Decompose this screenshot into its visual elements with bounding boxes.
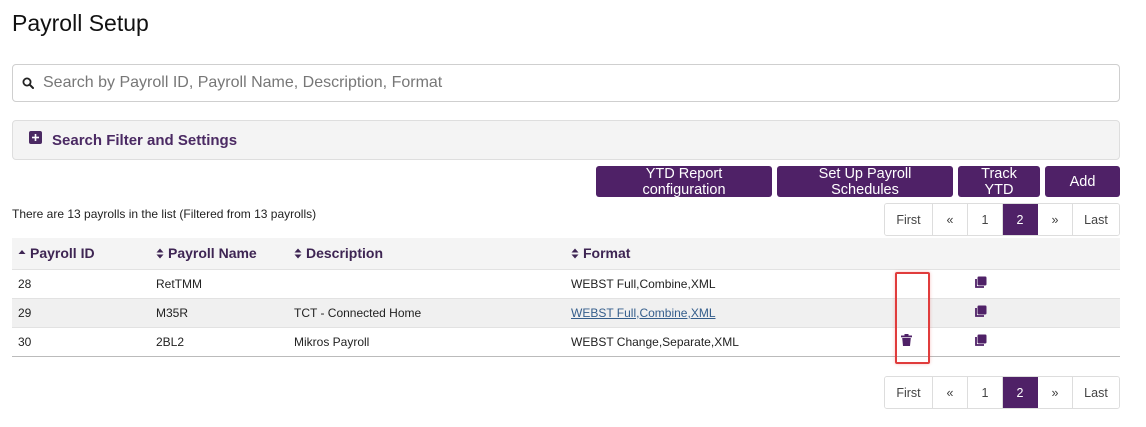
ytd-report-config-button[interactable]: YTD Report configuration <box>596 166 772 198</box>
action-toolbar: YTD Report configuration Set Up Payroll … <box>596 166 1120 198</box>
cell-payroll-name: 2BL2 <box>156 334 185 349</box>
copy-icon[interactable] <box>957 305 987 321</box>
header-description[interactable]: Description <box>294 238 571 269</box>
search-filter-toggle[interactable]: Search Filter and Settings <box>12 120 1120 160</box>
sort-icon <box>571 246 579 262</box>
page-1-button[interactable]: 1 <box>968 377 1003 408</box>
header-format[interactable]: Format <box>571 238 893 269</box>
page-first-button[interactable]: First <box>885 204 933 235</box>
header-payroll-name[interactable]: Payroll Name <box>156 238 294 269</box>
table-header-row: Payroll ID Payroll Name Description Form… <box>12 238 1120 269</box>
cell-copy <box>957 327 1120 356</box>
cell-delete <box>893 298 957 327</box>
trash-icon[interactable] <box>893 334 912 349</box>
page-prev-button[interactable]: « <box>933 377 968 408</box>
cell-delete <box>893 327 957 356</box>
cell-format: WEBST Full,Combine,XML <box>571 298 893 327</box>
track-ytd-button[interactable]: Track YTD <box>958 166 1040 198</box>
page-next-button[interactable]: » <box>1038 204 1073 235</box>
page-2-button[interactable]: 2 <box>1003 204 1038 235</box>
cell-copy <box>957 298 1120 327</box>
page-next-button[interactable]: » <box>1038 377 1073 408</box>
header-copy <box>957 238 1120 269</box>
table-row[interactable]: 29 M35R TCT - Connected Home WEBST Full,… <box>12 298 1120 327</box>
cell-payroll-id: 28 <box>18 276 32 291</box>
header-delete <box>893 238 957 269</box>
pagination-bottom: First « 1 2 » Last <box>884 376 1120 409</box>
cell-payroll-name: M35R <box>156 305 189 320</box>
cell-payroll-id: 30 <box>18 334 32 349</box>
page-last-button[interactable]: Last <box>1073 204 1119 235</box>
payroll-schedules-button[interactable]: Set Up Payroll Schedules <box>777 166 953 198</box>
cell-delete <box>893 269 957 298</box>
page-prev-button[interactable]: « <box>933 204 968 235</box>
cell-format: WEBST Full,Combine,XML <box>571 276 716 291</box>
pagination-top: First « 1 2 » Last <box>884 203 1120 236</box>
copy-icon[interactable] <box>957 276 987 292</box>
search-icon <box>13 77 43 89</box>
cell-format: WEBST Change,Separate,XML <box>571 334 739 349</box>
search-input[interactable] <box>43 74 1093 92</box>
format-link[interactable]: WEBST Full,Combine,XML <box>571 306 716 320</box>
payroll-table: Payroll ID Payroll Name Description Form… <box>12 238 1120 357</box>
header-payroll-id[interactable]: Payroll ID <box>12 238 156 269</box>
cell-description: Mikros Payroll <box>294 334 370 349</box>
result-count: There are 13 payrolls in the list (Filte… <box>12 207 317 221</box>
add-button[interactable]: Add <box>1045 166 1120 197</box>
plus-square-icon <box>29 131 42 149</box>
sort-asc-icon <box>18 246 26 262</box>
sort-icon <box>294 246 302 262</box>
search-box[interactable] <box>12 64 1120 102</box>
table-row[interactable]: 30 2BL2 Mikros Payroll WEBST Change,Sepa… <box>12 327 1120 356</box>
cell-copy <box>957 269 1120 298</box>
page-title: Payroll Setup <box>12 10 149 36</box>
table-row[interactable]: 28 RetTMM WEBST Full,Combine,XML <box>12 269 1120 298</box>
cell-description <box>294 269 571 298</box>
page-last-button[interactable]: Last <box>1073 377 1119 408</box>
copy-icon[interactable] <box>957 334 987 350</box>
page-first-button[interactable]: First <box>885 377 933 408</box>
search-filter-label: Search Filter and Settings <box>52 131 238 149</box>
cell-description: TCT - Connected Home <box>294 305 422 320</box>
page-1-button[interactable]: 1 <box>968 204 1003 235</box>
cell-payroll-id: 29 <box>18 305 32 320</box>
sort-icon <box>156 246 164 262</box>
page-2-button[interactable]: 2 <box>1003 377 1038 408</box>
cell-payroll-name: RetTMM <box>156 276 202 291</box>
